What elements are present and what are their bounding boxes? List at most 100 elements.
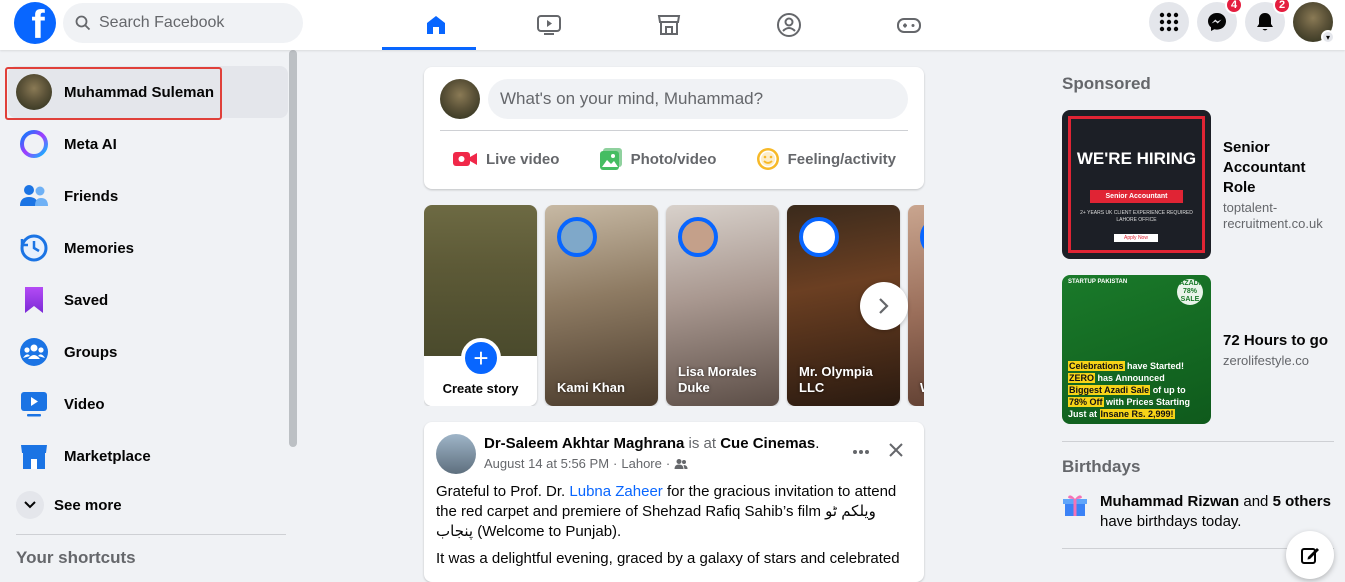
tab-home[interactable] <box>382 0 489 50</box>
sponsored-ad[interactable]: WE'RE HIRING Senior Accountant 2+ YEARS … <box>1062 110 1333 259</box>
tab-video[interactable] <box>489 0 609 50</box>
profile-avatar <box>16 74 52 110</box>
post-place[interactable]: Cue Cinemas <box>720 435 815 452</box>
messenger-button[interactable]: 4 <box>1197 0 1243 42</box>
search-icon <box>75 15 91 31</box>
sponsored-heading: Sponsored <box>1062 74 1151 93</box>
story-card[interactable]: Kami Khan <box>545 205 658 406</box>
messenger-badge: 4 <box>1225 0 1243 14</box>
smiley-icon <box>756 148 779 170</box>
compose-icon <box>1301 548 1319 564</box>
search-box[interactable] <box>63 3 303 43</box>
story-card[interactable]: Lisa Morales Duke <box>666 205 779 406</box>
sidebar-item-marketplace[interactable]: Marketplace <box>8 430 288 482</box>
live-video-icon <box>453 152 477 166</box>
story-card[interactable]: W C <box>908 205 924 406</box>
shortcuts-heading: Your shortcuts <box>16 548 136 567</box>
marketplace-icon <box>16 438 52 474</box>
ad-title[interactable]: 72 Hours to go <box>1223 331 1333 351</box>
post-body-continued: It was a delightful evening, graced by a… <box>436 550 900 567</box>
ad-image[interactable]: WE'RE HIRING Senior Accountant 2+ YEARS … <box>1062 110 1211 259</box>
story-avatar <box>678 217 718 257</box>
mention-link[interactable]: Lubna Zaheer <box>569 483 662 500</box>
sidebar-item-label: See more <box>54 496 122 514</box>
birthday-others[interactable]: 5 others <box>1273 493 1331 510</box>
video-icon <box>16 386 52 422</box>
sidebar-item-groups[interactable]: Groups <box>8 326 288 378</box>
post-options-button[interactable] <box>852 442 870 460</box>
post-meta: August 14 at 5:56 PM · Lahore · <box>484 456 688 471</box>
photo-icon <box>599 148 622 170</box>
sidebar-item-label: Video <box>64 395 105 413</box>
composer-avatar[interactable] <box>440 79 480 119</box>
post-hide-button[interactable] <box>888 442 904 463</box>
sponsored-ad[interactable]: STARTUP PAKISTAN AZADI 78% SALE Celebrat… <box>1062 275 1333 424</box>
post-timestamp[interactable]: August 14 at 5:56 PM <box>484 456 609 471</box>
sidebar-scrollbar[interactable] <box>289 50 297 447</box>
sidebar-item-meta-ai[interactable]: Meta AI <box>8 118 288 170</box>
left-sidebar: Muhammad Suleman Meta AI Friends Memorie… <box>0 56 300 561</box>
sidebar-item-label: Friends <box>64 187 119 205</box>
sidebar-item-label: Muhammad Suleman <box>64 83 215 101</box>
new-message-button[interactable] <box>1286 531 1334 579</box>
bell-icon <box>1257 13 1273 31</box>
menu-button[interactable] <box>1149 2 1189 42</box>
post-body: Grateful to Prof. Dr. Lubna Zaheer for t… <box>436 483 897 540</box>
composer-input[interactable]: What's on your mind, Muhammad? <box>488 79 908 119</box>
account-avatar[interactable]: ▾ <box>1293 2 1335 44</box>
sidebar-item-profile[interactable]: Muhammad Suleman <box>8 66 288 118</box>
birthday-name[interactable]: Muhammad Rizwan <box>1100 493 1239 510</box>
create-story-card[interactable]: + Create story <box>424 205 537 406</box>
account-controls: 4 2 ▾ <box>1149 0 1335 44</box>
sidebar-item-label: Memories <box>64 239 135 257</box>
messenger-icon <box>1208 13 1226 31</box>
photo-video-button[interactable]: Photo/video <box>587 139 729 179</box>
ad-image[interactable]: STARTUP PAKISTAN AZADI 78% SALE Celebrat… <box>1062 275 1211 424</box>
sidebar-item-saved[interactable]: Saved <box>8 274 288 326</box>
story-name: Lisa Morales Duke <box>678 364 757 395</box>
sidebar-divider <box>16 534 286 535</box>
tab-marketplace[interactable] <box>609 0 729 50</box>
feed-post: Dr-Saleem Akhtar Maghrana is at Cue Cine… <box>424 422 924 582</box>
friends-icon <box>16 178 52 214</box>
ad-url: toptalent-recruitment.co.uk <box>1223 199 1323 231</box>
tab-gaming[interactable] <box>849 0 969 50</box>
ad-title[interactable]: Senior Accountant Role <box>1223 138 1333 198</box>
story-name: W C <box>920 380 924 396</box>
plus-icon[interactable]: + <box>461 338 501 378</box>
sidebar-item-friends[interactable]: Friends <box>8 170 288 222</box>
home-icon <box>426 16 445 34</box>
facebook-logo[interactable]: f <box>14 2 56 44</box>
close-icon <box>889 443 903 457</box>
memories-icon <box>16 230 52 266</box>
marketplace-icon <box>657 15 681 35</box>
live-video-button[interactable]: Live video <box>440 139 571 179</box>
chevron-right-icon <box>879 298 889 314</box>
post-author-name[interactable]: Dr-Saleem Akhtar Maghrana <box>484 435 684 452</box>
birthday-notice[interactable]: Muhammad Rizwan and 5 others have birthd… <box>1062 492 1331 532</box>
sidebar-item-video[interactable]: Video <box>8 378 288 430</box>
birthdays-heading: Birthdays <box>1062 457 1141 476</box>
ad-url: zerolifestyle.co <box>1223 352 1309 368</box>
grid-menu-icon <box>1159 12 1179 32</box>
sidebar-item-label: Groups <box>64 343 118 361</box>
search-input[interactable] <box>99 14 279 32</box>
create-story-photo <box>424 205 537 356</box>
feeling-activity-button[interactable]: Feeling/activity <box>744 139 908 179</box>
composer-divider <box>440 130 908 131</box>
composer-actions: Live video Photo/video Feeling/activity <box>440 139 908 179</box>
post-header: Dr-Saleem Akhtar Maghrana is at Cue Cine… <box>484 435 820 452</box>
notifications-button[interactable]: 2 <box>1245 0 1291 42</box>
story-avatar <box>799 217 839 257</box>
friends-audience-icon <box>674 458 688 469</box>
sidebar-item-memories[interactable]: Memories <box>8 222 288 274</box>
tab-groups[interactable] <box>729 0 849 50</box>
stories-next-button[interactable] <box>860 282 908 330</box>
sidebar-item-label: Marketplace <box>64 447 151 465</box>
sidebar-see-more[interactable]: See more <box>8 482 288 528</box>
post-author-avatar[interactable] <box>436 434 476 474</box>
chevron-down-icon <box>16 487 44 523</box>
post-location[interactable]: Lahore <box>621 456 661 471</box>
right-divider <box>1062 441 1334 442</box>
post-composer: What's on your mind, Muhammad? Live vide… <box>424 67 924 189</box>
